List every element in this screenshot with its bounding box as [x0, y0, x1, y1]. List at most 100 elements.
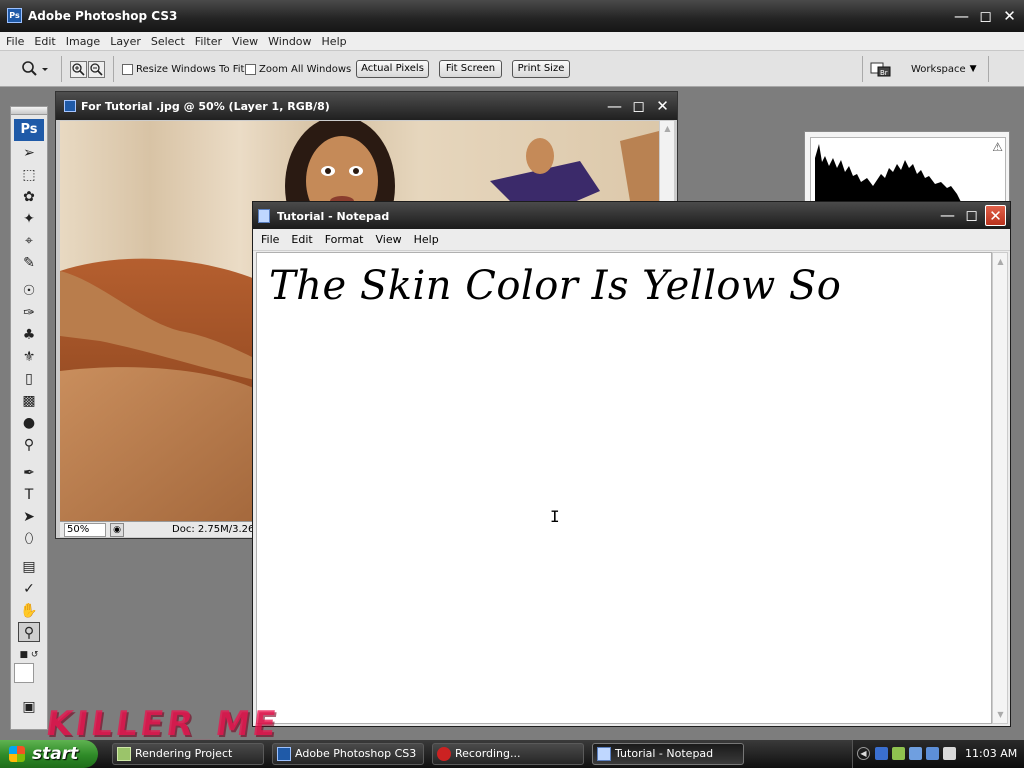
scroll-up-icon[interactable]: ▲: [661, 122, 674, 135]
crop-tool-icon[interactable]: ⌖: [18, 231, 40, 251]
watermark-text: KILLER_ME: [43, 704, 282, 744]
bridge-button[interactable]: Br: [870, 51, 892, 87]
history-brush-tool-icon[interactable]: ⚜: [18, 347, 40, 367]
notepad-menu-file[interactable]: File: [261, 233, 279, 246]
zoom-out-button[interactable]: [88, 51, 105, 87]
marquee-tool-icon[interactable]: ⬚: [18, 165, 40, 185]
lasso-tool-icon[interactable]: ✿: [18, 187, 40, 207]
checkbox-box[interactable]: [122, 63, 133, 75]
checkbox-box[interactable]: [245, 63, 256, 75]
warning-icon[interactable]: ⚠: [992, 140, 1003, 154]
start-label: start: [32, 744, 79, 764]
menu-window[interactable]: Window: [268, 35, 311, 48]
menu-help[interactable]: Help: [322, 35, 347, 48]
gradient-tool-icon[interactable]: ▩: [18, 391, 40, 411]
system-tray: ◀ 11:03 AM: [852, 740, 1024, 768]
notepad-minimize-button[interactable]: —: [937, 205, 958, 226]
notepad-menubar: File Edit Format View Help: [253, 229, 1010, 251]
tray-app-icon[interactable]: [875, 747, 888, 760]
photoshop-title: Adobe Photoshop CS3: [28, 9, 178, 23]
move-tool-icon[interactable]: ➢: [18, 143, 40, 163]
volume-icon[interactable]: [943, 747, 956, 760]
blur-tool-icon[interactable]: ●: [18, 413, 40, 433]
hand-tool-icon[interactable]: ✋: [18, 601, 40, 621]
pen-tool-icon[interactable]: ✒: [18, 463, 40, 483]
network-icon[interactable]: [909, 747, 922, 760]
taskbar-item-label: Tutorial - Notepad: [615, 747, 714, 760]
zoom-level-field[interactable]: 50%: [64, 523, 106, 537]
notepad-vertical-scrollbar[interactable]: ▲ ▼: [992, 252, 1008, 724]
status-menu-icon[interactable]: ◉: [110, 523, 124, 537]
notepad-menu-view[interactable]: View: [376, 233, 402, 246]
zoom-in-button[interactable]: [70, 51, 87, 87]
taskbar-item-recording[interactable]: Recording...: [432, 743, 584, 765]
notepad-titlebar[interactable]: Tutorial - Notepad — ◻ ✕: [253, 202, 1010, 229]
toolbox-grip[interactable]: [11, 107, 47, 115]
recording-icon: [437, 747, 451, 761]
menu-file[interactable]: File: [6, 35, 24, 48]
menu-image[interactable]: Image: [66, 35, 100, 48]
options-separator: [988, 56, 989, 82]
quick-mask-icon[interactable]: ▣: [18, 697, 40, 717]
zoom-tool-preset[interactable]: [20, 51, 48, 87]
taskbar-item-rendering-project[interactable]: Rendering Project: [112, 743, 264, 765]
scroll-up-icon[interactable]: ▲: [994, 255, 1007, 268]
scroll-down-icon[interactable]: ▼: [994, 708, 1007, 721]
document-maximize-button[interactable]: ◻: [628, 96, 649, 117]
dodge-tool-icon[interactable]: ⚲: [18, 435, 40, 455]
document-close-button[interactable]: ✕: [652, 96, 673, 117]
notepad-text-area[interactable]: The Skin Color Is Yellow So I: [256, 252, 992, 724]
resize-windows-checkbox[interactable]: Resize Windows To Fit: [122, 51, 244, 87]
network-icon[interactable]: [926, 747, 939, 760]
brush-tool-icon[interactable]: ✑: [18, 303, 40, 323]
notepad-icon: [597, 747, 611, 761]
actual-pixels-button[interactable]: Actual Pixels: [356, 60, 429, 78]
foreground-color-swatch[interactable]: [14, 663, 34, 683]
bridge-icon: Br: [870, 62, 891, 77]
minimize-button[interactable]: —: [951, 6, 972, 27]
type-tool-icon[interactable]: T: [18, 485, 40, 505]
eraser-tool-icon[interactable]: ▯: [18, 369, 40, 389]
photoshop-logo[interactable]: Ps: [14, 119, 44, 141]
close-button[interactable]: ✕: [999, 6, 1020, 27]
tray-app-icon[interactable]: [892, 747, 905, 760]
notepad-maximize-button[interactable]: ◻: [961, 205, 982, 226]
shape-tool-icon[interactable]: ⬯: [18, 529, 40, 549]
menu-layer[interactable]: Layer: [110, 35, 141, 48]
taskbar-item-photoshop[interactable]: Adobe Photoshop CS3: [272, 743, 424, 765]
magic-wand-tool-icon[interactable]: ✦: [18, 209, 40, 229]
zoom-tool-icon[interactable]: ⚲: [18, 622, 40, 642]
taskbar-item-notepad[interactable]: Tutorial - Notepad: [592, 743, 744, 765]
workspace-menu[interactable]: Workspace ▼: [911, 51, 977, 87]
zoom-all-windows-checkbox[interactable]: Zoom All Windows: [245, 51, 351, 87]
notepad-menu-format[interactable]: Format: [325, 233, 364, 246]
menu-view[interactable]: View: [232, 35, 258, 48]
menu-select[interactable]: Select: [151, 35, 185, 48]
project-icon: [117, 747, 131, 761]
eyedropper-tool-icon[interactable]: ✓: [18, 579, 40, 599]
print-size-button[interactable]: Print Size: [512, 60, 570, 78]
menu-edit[interactable]: Edit: [34, 35, 55, 48]
swap-colors-icon[interactable]: ■ ↺: [18, 645, 40, 665]
menu-filter[interactable]: Filter: [195, 35, 222, 48]
healing-brush-tool-icon[interactable]: ☉: [18, 281, 40, 301]
chevron-left-icon[interactable]: ◀: [857, 747, 870, 760]
slice-tool-icon[interactable]: ✎: [18, 253, 40, 273]
windows-logo-icon: [9, 746, 25, 762]
notepad-title: Tutorial - Notepad: [277, 210, 390, 223]
maximize-button[interactable]: ◻: [975, 6, 996, 27]
taskbar: start Rendering Project Adobe Photoshop …: [0, 740, 1024, 768]
photoshop-titlebar: Ps Adobe Photoshop CS3 — ◻ ✕: [0, 0, 1024, 32]
document-titlebar[interactable]: For Tutorial .jpg @ 50% (Layer 1, RGB/8)…: [56, 92, 677, 120]
notes-tool-icon[interactable]: ▤: [18, 557, 40, 577]
notepad-menu-edit[interactable]: Edit: [291, 233, 312, 246]
notepad-close-button[interactable]: ✕: [985, 205, 1006, 226]
document-minimize-button[interactable]: —: [604, 96, 625, 117]
path-selection-tool-icon[interactable]: ➤: [18, 507, 40, 527]
svg-text:Br: Br: [880, 69, 888, 77]
fit-screen-button[interactable]: Fit Screen: [439, 60, 502, 78]
notepad-menu-help[interactable]: Help: [414, 233, 439, 246]
start-button[interactable]: start: [0, 740, 98, 768]
clock[interactable]: 11:03 AM: [965, 747, 1017, 760]
clone-stamp-tool-icon[interactable]: ♣: [18, 325, 40, 345]
